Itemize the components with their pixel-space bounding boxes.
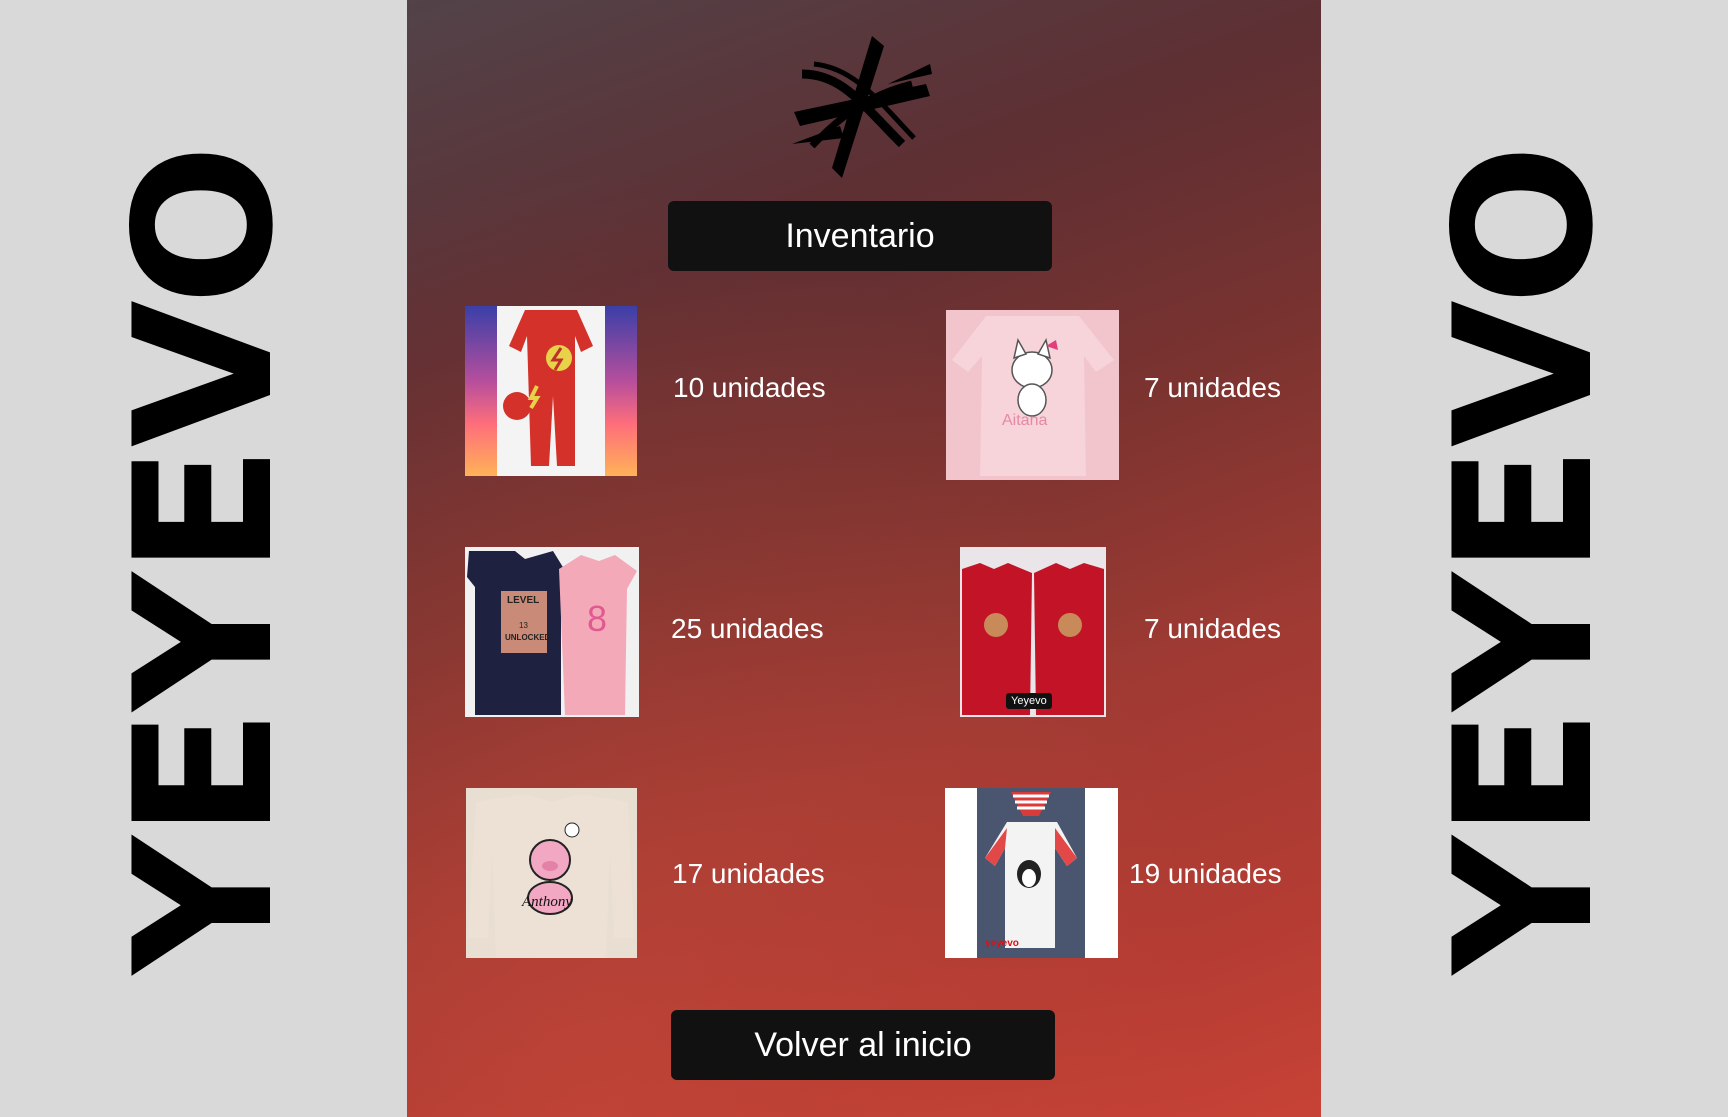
product-image-cat-onesie: Aitana: [946, 310, 1119, 480]
product-image-penguin-onesie: yeyevo: [945, 788, 1118, 958]
product-item[interactable]: 10 unidades: [465, 306, 865, 478]
product-quantity: 7 unidades: [1144, 372, 1282, 403]
brand-text-right: YEYEVO: [1414, 146, 1635, 974]
brand-vertical-left: YEYEVO: [94, 146, 315, 974]
product-quantity: 17 unidades: [672, 858, 825, 889]
product-image-reindeer-sweaters: Yeyevo: [960, 547, 1106, 717]
back-to-home-button[interactable]: Volver al inicio: [671, 1010, 1055, 1080]
product-image-caption: 13: [519, 621, 528, 630]
product-image-level-shirts: 8 LEVEL 13 UNLOCKED: [465, 547, 639, 717]
product-quantity: 10 unidades: [673, 372, 826, 403]
product-image-caption: LEVEL: [507, 595, 540, 606]
product-image-pig-sweater: Anthony: [466, 788, 637, 958]
product-quantity: 25 unidades: [671, 613, 824, 644]
brand-text-left: YEYEVO: [94, 146, 315, 974]
product-item[interactable]: 8 LEVEL 13 UNLOCKED 25 unidades: [465, 547, 865, 719]
inventory-button[interactable]: Inventario: [668, 201, 1052, 271]
product-item[interactable]: Anthony 17 unidades: [466, 788, 866, 960]
product-image-caption: UNLOCKED: [505, 633, 551, 642]
product-quantity: 7 unidades: [1144, 613, 1282, 644]
product-image-caption: yeyevo: [985, 938, 1019, 949]
product-item[interactable]: Yeyevo 7 unidades: [960, 547, 1300, 719]
product-image-flash-onesie: [465, 306, 637, 476]
product-image-caption: Aitana: [1002, 412, 1048, 429]
product-image-caption: Anthony: [522, 894, 572, 910]
product-item[interactable]: Aitana 7 unidades: [946, 310, 1296, 482]
inventory-panel: Inventario 10 unidades Aitana 7 unidades…: [407, 0, 1321, 1117]
product-quantity: 19 unidades: [1129, 858, 1282, 889]
product-image-caption: Yeyevo: [1006, 693, 1052, 709]
brand-logo-icon: [792, 34, 932, 180]
svg-text:8: 8: [587, 598, 607, 639]
product-item[interactable]: yeyevo 19 unidades: [945, 788, 1315, 960]
brand-vertical-right: YEYEVO: [1414, 146, 1635, 974]
